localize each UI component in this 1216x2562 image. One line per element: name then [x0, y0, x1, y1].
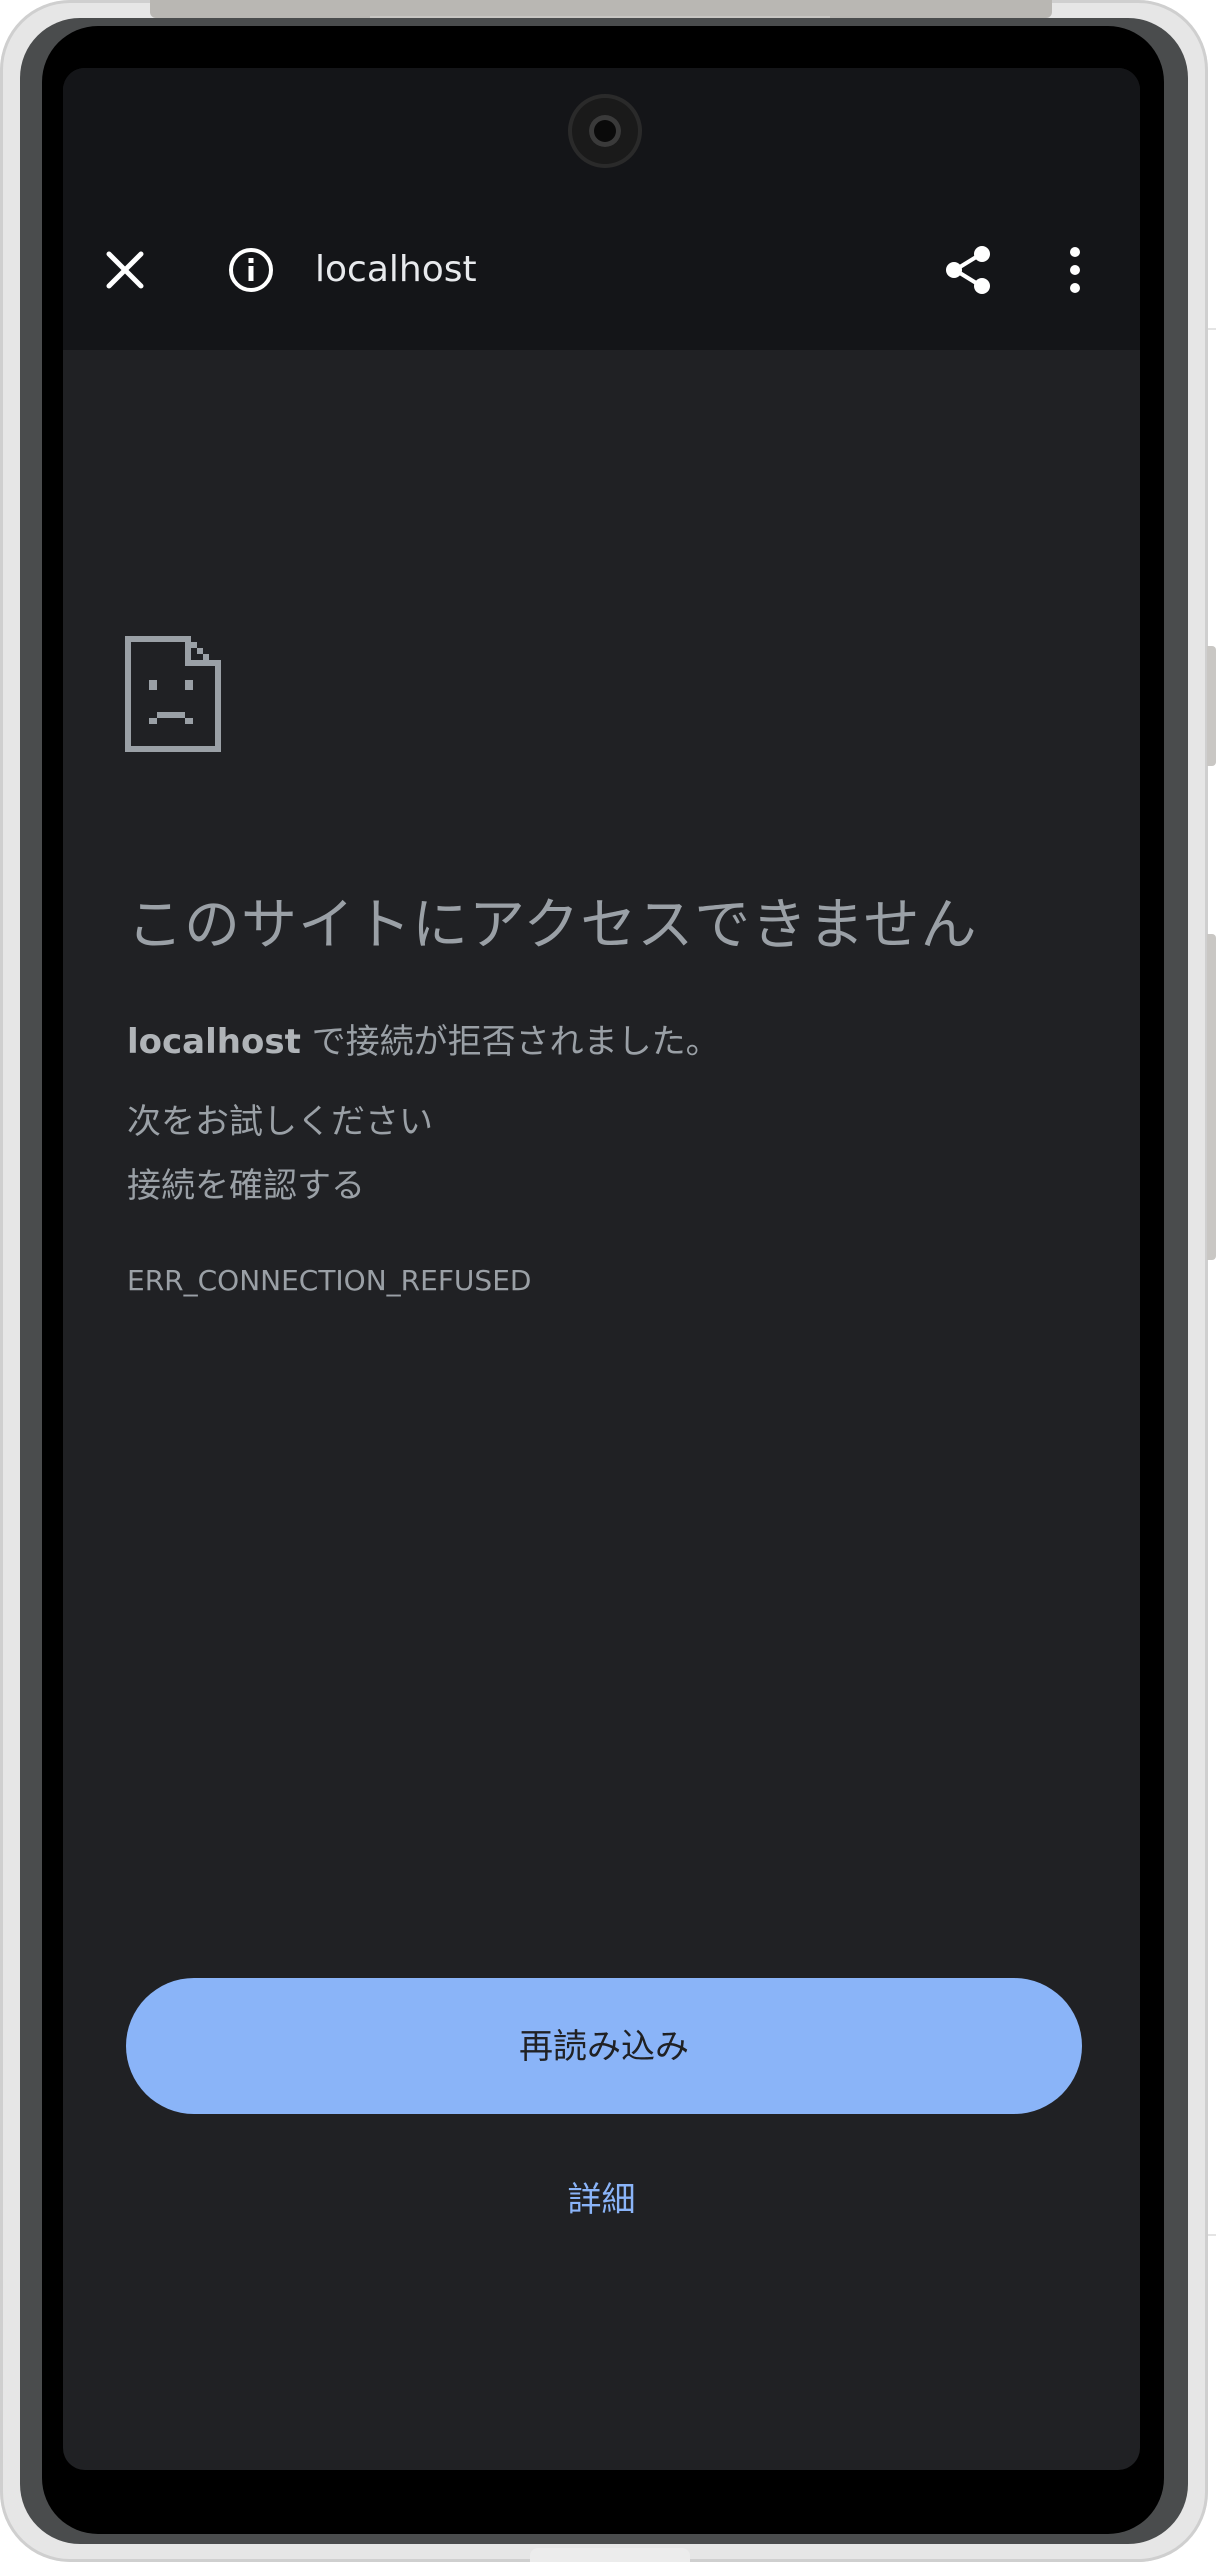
power-button	[1207, 934, 1216, 1260]
suggestion-item: 接続を確認する	[127, 1166, 365, 1206]
error-host: localhost	[127, 1022, 301, 1062]
reload-button[interactable]: 再読み込み	[126, 1978, 1082, 2114]
device-bottom-edge	[530, 2548, 690, 2562]
browser-toolbar: localhost	[63, 68, 1140, 350]
details-link[interactable]: 詳細	[63, 2172, 1140, 2221]
error-message: で接続が拒否されました。	[300, 1022, 720, 1062]
suggestion-heading: 次をお試しください	[127, 1102, 433, 1142]
error-title: このサイトにアクセスできません	[127, 893, 978, 958]
share-icon[interactable]	[943, 244, 995, 296]
sad-document-icon	[125, 636, 221, 752]
volume-button	[1207, 646, 1216, 766]
error-description: localhost で接続が拒否されました。	[127, 1014, 720, 1063]
close-icon[interactable]	[103, 248, 147, 292]
screen: localhost このサイトにアクセスできません localhost で接続が…	[63, 68, 1140, 2470]
url-text[interactable]: localhost	[315, 248, 477, 292]
more-vert-icon[interactable]	[1063, 244, 1087, 296]
info-icon[interactable]	[227, 246, 275, 294]
front-camera	[572, 98, 638, 164]
error-code: ERR_CONNECTION_REFUSED	[127, 1264, 532, 1297]
